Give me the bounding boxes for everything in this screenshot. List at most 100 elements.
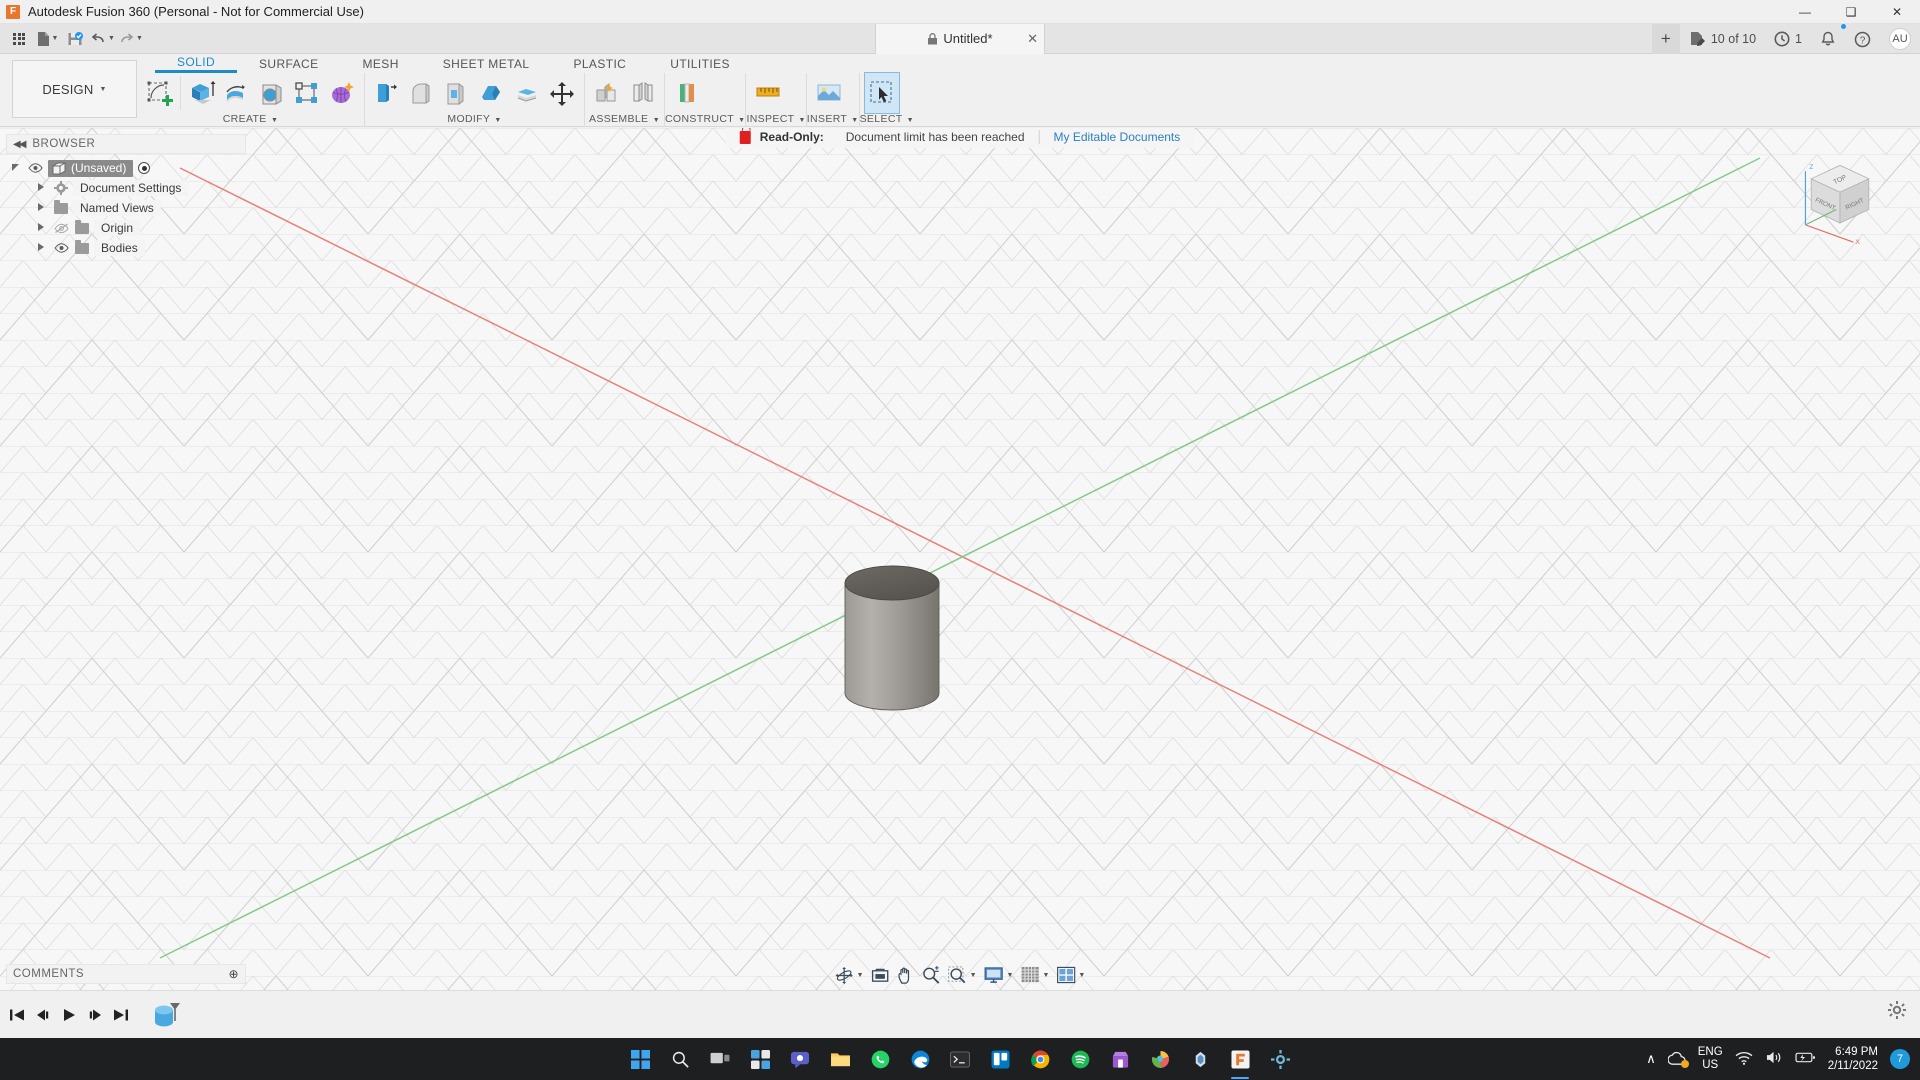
press-pull-icon[interactable]	[370, 73, 404, 113]
expander-closed-icon[interactable]	[34, 243, 48, 253]
store-icon[interactable]	[1107, 1046, 1133, 1072]
start-icon[interactable]	[627, 1046, 653, 1072]
new-document-tab-button[interactable]: +	[1652, 24, 1680, 54]
language-indicator[interactable]: ENG US	[1698, 1046, 1723, 1072]
browser-item-unsaved[interactable]: (Unsaved)	[6, 158, 246, 178]
comments-panel[interactable]: COMMENTS ⊕	[6, 964, 246, 984]
close-button[interactable]: ✕	[1874, 0, 1920, 24]
jobs-status[interactable]: 10 of 10	[1680, 24, 1765, 54]
task-view-icon[interactable]	[707, 1046, 733, 1072]
fillet-icon[interactable]	[405, 73, 439, 113]
document-tab-close-icon[interactable]: ✕	[1027, 31, 1038, 47]
grid-snaps-icon[interactable]: ▼	[1017, 963, 1052, 987]
browser-collapse-icon[interactable]: ◀◀	[13, 139, 24, 150]
fit-icon[interactable]: ▼	[945, 963, 980, 987]
browser-item-origin[interactable]: Origin	[6, 218, 246, 238]
tab-surface[interactable]: SURFACE	[237, 54, 340, 73]
go-to-end-icon[interactable]	[110, 1002, 132, 1028]
rib-icon[interactable]	[290, 73, 324, 113]
document-tab[interactable]: Untitled* ✕	[875, 24, 1045, 54]
fusion360-icon[interactable]	[1227, 1046, 1253, 1072]
pan-icon[interactable]	[894, 963, 918, 987]
tool-icon[interactable]	[1187, 1046, 1213, 1072]
minimize-button[interactable]: —	[1782, 0, 1828, 24]
measure-icon[interactable]	[751, 73, 785, 113]
browser-item-named-views[interactable]: Named Views	[6, 198, 246, 218]
create-sketch-icon[interactable]	[142, 73, 176, 113]
move-copy-icon[interactable]	[545, 73, 579, 113]
step-forward-icon[interactable]	[84, 1002, 106, 1028]
activate-component-radio[interactable]	[138, 162, 150, 174]
new-file-icon[interactable]: ▼	[34, 27, 60, 51]
history-status[interactable]: 1	[1765, 24, 1811, 54]
trello-icon[interactable]	[987, 1046, 1013, 1072]
shell-icon[interactable]	[440, 73, 474, 113]
offset-plane-icon[interactable]	[670, 73, 704, 113]
browser-item-bodies[interactable]: Bodies	[6, 238, 246, 258]
visibility-eye-icon[interactable]	[27, 163, 43, 173]
edge-icon[interactable]	[907, 1046, 933, 1072]
whatsapp-icon[interactable]	[867, 1046, 893, 1072]
orbit-icon[interactable]: ▼	[832, 963, 867, 987]
notification-count-badge[interactable]: 7	[1890, 1049, 1910, 1069]
account-avatar[interactable]: AU	[1880, 24, 1920, 54]
settings-icon[interactable]	[1267, 1046, 1293, 1072]
view-cube[interactable]: TOP FRONT RIGHT Z X	[1792, 150, 1888, 246]
terminal-icon[interactable]	[947, 1046, 973, 1072]
play-icon[interactable]	[58, 1002, 80, 1028]
battery-icon[interactable]	[1795, 1051, 1816, 1067]
viewports-icon[interactable]: ▼	[1053, 963, 1088, 987]
file-explorer-icon[interactable]	[827, 1046, 853, 1072]
draft-icon[interactable]	[475, 73, 509, 113]
add-comment-icon[interactable]: ⊕	[228, 967, 239, 981]
visibility-eye-icon[interactable]	[53, 243, 69, 253]
select-icon[interactable]	[865, 73, 899, 113]
expander-closed-icon[interactable]	[34, 183, 48, 193]
insert-mcmaster-icon[interactable]	[812, 73, 846, 113]
panel-create-label[interactable]: CREATE ▼	[137, 113, 364, 127]
search-icon[interactable]	[667, 1046, 693, 1072]
spotify-icon[interactable]	[1067, 1046, 1093, 1072]
expander-closed-icon[interactable]	[34, 203, 48, 213]
as-built-joint-icon[interactable]	[625, 73, 659, 113]
clock[interactable]: 6:49 PM 2/11/2022	[1828, 1045, 1878, 1073]
panel-inspect-label[interactable]: INSPECT ▼	[746, 113, 805, 127]
look-at-icon[interactable]	[868, 963, 893, 987]
scale-icon[interactable]	[510, 73, 544, 113]
panel-insert-label[interactable]: INSERT ▼	[807, 113, 859, 127]
step-back-icon[interactable]	[32, 1002, 54, 1028]
chrome-icon[interactable]	[1027, 1046, 1053, 1072]
zoom-icon[interactable]	[919, 963, 944, 987]
teams-icon[interactable]	[787, 1046, 813, 1072]
wifi-icon[interactable]	[1735, 1051, 1753, 1068]
timeline-feature-extrude[interactable]	[152, 999, 182, 1031]
visibility-eye-off-icon[interactable]	[53, 223, 69, 234]
widgets-icon[interactable]	[747, 1046, 773, 1072]
redo-icon[interactable]: ▼	[118, 27, 144, 51]
display-settings-icon[interactable]: ▼	[981, 963, 1017, 987]
browser-item-document-settings[interactable]: Document Settings	[6, 178, 246, 198]
onedrive-icon[interactable]	[1668, 1051, 1686, 1067]
help-button[interactable]: ?	[1845, 24, 1880, 54]
volume-icon[interactable]	[1765, 1050, 1783, 1068]
save-icon[interactable]	[62, 27, 88, 51]
panel-assemble-label[interactable]: ASSEMBLE ▼	[585, 113, 664, 127]
extrude-icon[interactable]	[185, 73, 219, 113]
tab-solid[interactable]: SOLID	[155, 54, 237, 73]
workspace-switcher[interactable]: DESIGN ▼	[12, 60, 137, 118]
notifications-button[interactable]	[1811, 24, 1845, 54]
hole-icon[interactable]	[255, 73, 289, 113]
panel-construct-label[interactable]: CONSTRUCT ▼	[665, 113, 745, 127]
form-icon[interactable]	[325, 73, 359, 113]
tray-overflow-icon[interactable]: ∧	[1646, 1051, 1656, 1067]
tab-mesh[interactable]: MESH	[341, 54, 421, 73]
panel-select-label[interactable]: SELECT ▼	[860, 113, 914, 127]
timeline-settings-gear-icon[interactable]	[1888, 1001, 1906, 1024]
revolve-icon[interactable]	[220, 73, 254, 113]
expander-open-icon[interactable]	[8, 163, 22, 173]
maximize-button[interactable]: ❑	[1828, 0, 1874, 24]
go-to-beginning-icon[interactable]	[6, 1002, 28, 1028]
undo-icon[interactable]: ▼	[90, 27, 116, 51]
browser-header[interactable]: ◀◀ BROWSER	[6, 134, 246, 154]
tab-plastic[interactable]: PLASTIC	[551, 54, 648, 73]
